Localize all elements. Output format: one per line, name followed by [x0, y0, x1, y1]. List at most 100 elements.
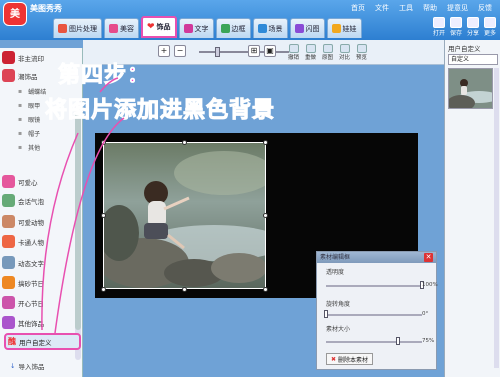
- beauty-icon: [109, 24, 118, 33]
- right-panel-scrollbar[interactable]: [494, 68, 499, 368]
- tab-accessories[interactable]: ❤ 饰品: [141, 16, 177, 38]
- undo-label: 撤销: [288, 55, 300, 61]
- share-button[interactable]: 分享: [466, 17, 479, 37]
- sidebar-item-cute-animal[interactable]: 可爱动物: [2, 214, 44, 229]
- tab-flash[interactable]: 闪图: [289, 18, 325, 38]
- sidebar-item-label: 开心节日: [18, 299, 44, 308]
- resize-handle-br[interactable]: [263, 287, 268, 292]
- redo-button[interactable]: 重做: [305, 44, 316, 61]
- menu-feedback[interactable]: 提意见: [447, 3, 468, 13]
- category-select[interactable]: 自定义: [448, 54, 498, 65]
- zoom-slider-knob[interactable]: [215, 47, 220, 57]
- menu-help[interactable]: 帮助: [423, 3, 437, 13]
- size-label: 素材大小: [326, 326, 351, 333]
- material-thumbnail[interactable]: [448, 68, 493, 109]
- resize-handle-right[interactable]: [263, 213, 268, 218]
- preview-button[interactable]: 预览: [356, 44, 367, 61]
- import-label: 导入饰品: [18, 362, 45, 371]
- sidebar-item-nonmainstream[interactable]: 非主流印: [2, 50, 44, 65]
- tab-frame[interactable]: 边框: [215, 18, 251, 38]
- rotation-slider[interactable]: [326, 314, 422, 316]
- tab-label: 边框: [231, 24, 246, 33]
- custom-icon: 醜: [8, 337, 16, 346]
- scene-icon: [257, 24, 267, 33]
- size-slider[interactable]: [326, 341, 422, 343]
- sidebar-item-other-accessories[interactable]: 其他饰品: [2, 315, 44, 330]
- sidebar-item-label: 潮饰品: [18, 72, 38, 81]
- resize-handle-bl[interactable]: [101, 287, 106, 292]
- compare-button[interactable]: 对比: [339, 44, 350, 61]
- more-button[interactable]: 更多: [483, 17, 496, 37]
- sidebar-sub-hat[interactable]: 帽子: [18, 126, 40, 141]
- menu-file[interactable]: 文件: [375, 3, 389, 13]
- menu-home[interactable]: 首页: [351, 3, 365, 13]
- sidebar-item-festival[interactable]: 搞砂节日: [2, 275, 44, 290]
- material-edit-panel: 素材编辑框 ✕ 透明度 100% 旋转角度 0° 素材大小 75% ✖ 删除本素材: [316, 251, 438, 370]
- preview-icon: [356, 44, 367, 53]
- compare-icon: [339, 44, 350, 53]
- sidebar-item-cute-heart[interactable]: 可爱心: [2, 174, 38, 189]
- inserted-photo[interactable]: [103, 142, 266, 289]
- resize-handle-left[interactable]: [101, 213, 106, 218]
- size-knob[interactable]: [396, 337, 400, 345]
- actual-size-icon[interactable]: ▣: [264, 45, 276, 57]
- open-button[interactable]: 打开: [432, 17, 445, 37]
- app-logo: 美: [3, 2, 27, 26]
- transparency-label: 透明度: [326, 269, 345, 276]
- tab-label: 闪图: [305, 24, 320, 33]
- rotation-value: 0°: [422, 311, 429, 317]
- folder-icon: [432, 17, 445, 28]
- resize-handle-tr[interactable]: [263, 140, 268, 145]
- resize-handle-bottom[interactable]: [182, 287, 187, 292]
- sidebar-sub-bowtie[interactable]: 蝴蝶结: [18, 84, 46, 99]
- import-accessory-button[interactable]: ↓ 导入饰品: [10, 358, 44, 373]
- undo-icon: [288, 44, 299, 53]
- original-button[interactable]: 原图: [322, 44, 333, 61]
- fit-window-icon[interactable]: ⊞: [248, 45, 260, 57]
- save-button[interactable]: 保存: [449, 17, 462, 37]
- rotation-knob[interactable]: [324, 310, 328, 318]
- sidebar-scrollbar[interactable]: [75, 100, 81, 360]
- tutorial-step-text: 将图片添加进黑色背景: [44, 98, 276, 124]
- other-icon: [2, 316, 15, 329]
- transparency-slider[interactable]: [326, 285, 422, 287]
- resize-handle-top[interactable]: [182, 140, 187, 145]
- zoom-out-button[interactable]: −: [174, 45, 186, 57]
- heart-icon: ❤: [147, 22, 155, 32]
- sidebar-item-label: 可爱心: [18, 178, 38, 187]
- sidebar-item-speech-bubble[interactable]: 会话气泡: [2, 193, 44, 208]
- redo-label: 重做: [305, 55, 317, 61]
- resize-handle-tl[interactable]: [101, 140, 106, 145]
- menu-report[interactable]: 反馈: [478, 3, 492, 13]
- sidebar-sub-other[interactable]: 其他: [18, 140, 40, 155]
- sidebar-item-cartoon[interactable]: 卡通人物: [2, 234, 44, 249]
- tab-scene[interactable]: 场景: [252, 18, 288, 38]
- tab-label: 文字: [194, 24, 209, 33]
- sidebar-sub-nail[interactable]: 眼甲: [18, 98, 40, 113]
- sidebar-item-animated-text[interactable]: 动态文字: [2, 255, 44, 270]
- scroll-thumb[interactable]: [75, 110, 81, 330]
- tab-label: 饰品: [156, 23, 171, 31]
- sidebar-item-trendy[interactable]: 潮饰品: [2, 68, 38, 83]
- top-menu: 首页 文件 工具 帮助 提意见 反馈: [351, 3, 492, 13]
- photo-content: [104, 143, 265, 288]
- cartoon-icon: [2, 235, 15, 248]
- tab-beauty[interactable]: 美容: [104, 18, 139, 38]
- close-icon[interactable]: ✕: [424, 253, 433, 262]
- sidebar-item-label: 非主流印: [18, 54, 44, 63]
- sidebar-sub-glasses[interactable]: 眼镜: [18, 112, 40, 127]
- tab-image-processing[interactable]: 图片处理: [53, 18, 102, 38]
- sidebar-item-user-custom[interactable]: 醜用户自定义: [4, 333, 81, 350]
- open-label: 打开: [432, 30, 445, 37]
- tab-text[interactable]: 文字: [178, 18, 214, 38]
- size-value: 75%: [422, 338, 435, 344]
- delete-material-button[interactable]: ✖ 删除本素材: [326, 353, 374, 365]
- custom-material-panel: 用户自定义 自定义: [444, 40, 500, 377]
- tab-doll[interactable]: 娃娃: [326, 18, 362, 38]
- original-icon: [322, 44, 333, 53]
- sidebar-item-happy-festival[interactable]: 开心节日: [2, 295, 44, 310]
- zoom-in-button[interactable]: +: [158, 45, 170, 57]
- menu-tools[interactable]: 工具: [399, 3, 413, 13]
- undo-button[interactable]: 撤销: [288, 44, 299, 61]
- sidebar-item-label: 会话气泡: [18, 197, 44, 206]
